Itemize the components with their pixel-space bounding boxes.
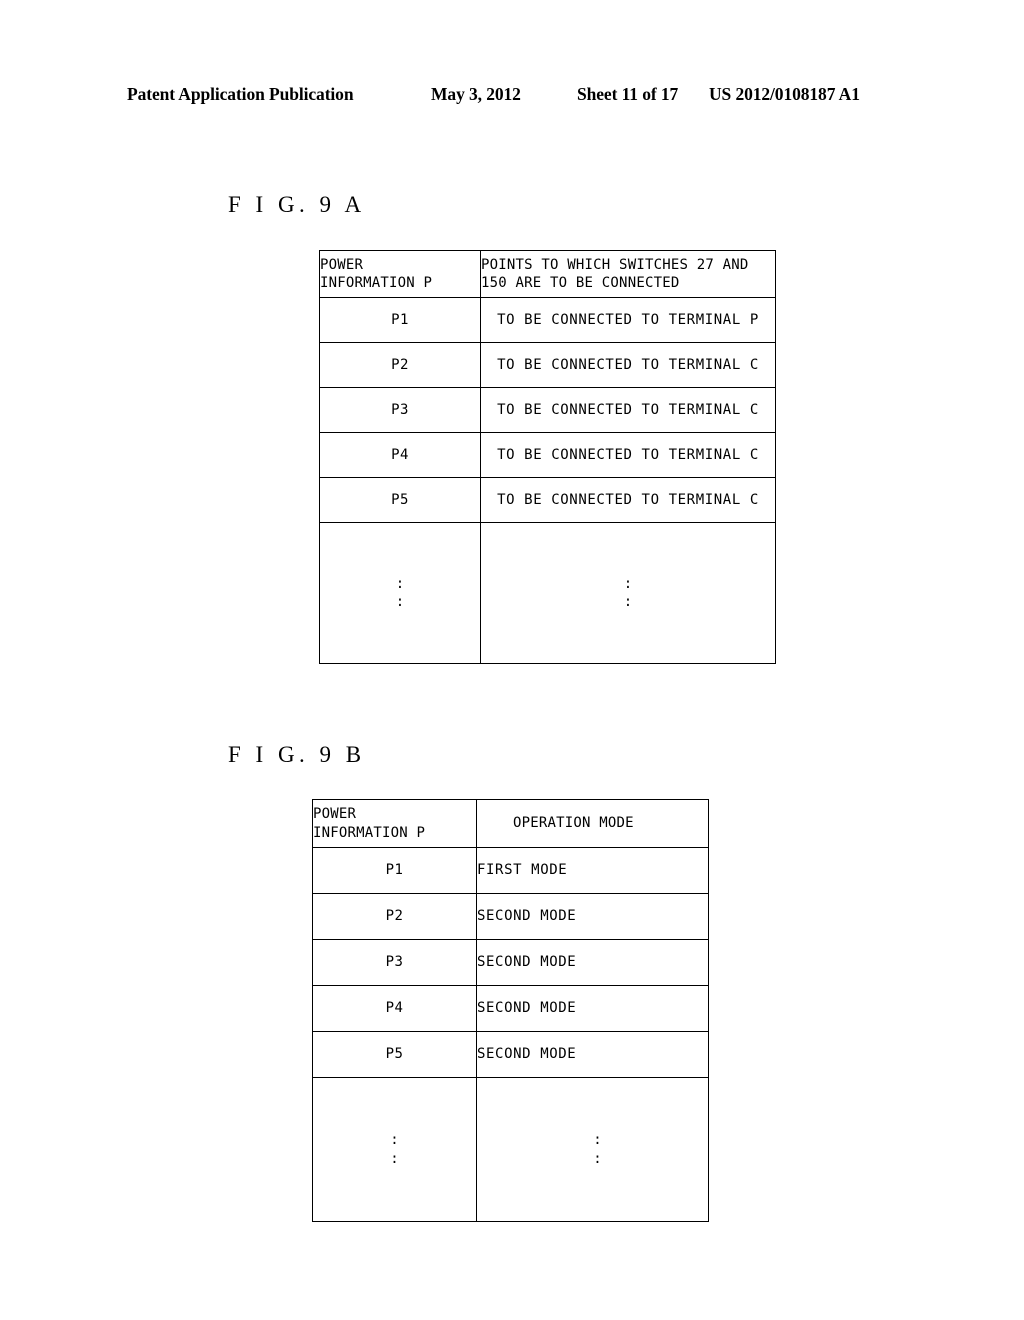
vertical-ellipsis-icon: : :	[480, 522, 776, 664]
vertical-ellipsis-icon: : :	[319, 522, 481, 664]
power-information-id: P1	[319, 297, 481, 343]
column-header-line: INFORMATION P	[313, 824, 426, 841]
vertical-ellipsis-icon: : :	[476, 1077, 709, 1222]
power-information-id: P3	[319, 387, 481, 433]
power-information-id: P1	[312, 847, 477, 894]
power-information-id: P2	[312, 893, 477, 940]
table-row: P2 SECOND MODE	[312, 893, 709, 940]
connection-point: TO BE CONNECTED TO TERMINAL C	[480, 387, 776, 433]
column-header-operation-mode: OPERATION MODE	[476, 799, 709, 848]
column-header-connection-points: POINTS TO WHICH SWITCHES 27 AND 150 ARE …	[480, 250, 776, 298]
operation-mode: FIRST MODE	[476, 847, 709, 894]
figure-9a-table: POWER INFORMATION P POINTS TO WHICH SWIT…	[319, 250, 776, 664]
table-continuation-row: : : : :	[312, 1077, 709, 1222]
table-header-row: POWER INFORMATION P POINTS TO WHICH SWIT…	[319, 250, 776, 298]
column-header-line: POWER	[320, 256, 364, 273]
table-row: P1 TO BE CONNECTED TO TERMINAL P	[319, 297, 776, 343]
column-header-line: 150 ARE TO BE CONNECTED	[481, 275, 680, 291]
power-information-id: P5	[312, 1031, 477, 1078]
column-header-line: POWER	[313, 806, 357, 823]
operation-mode: SECOND MODE	[476, 1031, 709, 1078]
power-information-id: P5	[319, 477, 481, 523]
publication-date: May 3, 2012	[431, 84, 521, 104]
column-header-power-information: POWER INFORMATION P	[312, 799, 477, 848]
publication-title: Patent Application Publication	[127, 84, 354, 104]
table-row: P4 TO BE CONNECTED TO TERMINAL C	[319, 432, 776, 478]
table-row: P3 TO BE CONNECTED TO TERMINAL C	[319, 387, 776, 433]
table-row: P5 SECOND MODE	[312, 1031, 709, 1078]
table-row: P3 SECOND MODE	[312, 939, 709, 986]
figure-label-9a: F I G. 9 A	[228, 192, 366, 217]
table-header-row: POWER INFORMATION P OPERATION MODE	[312, 799, 709, 848]
connection-point: TO BE CONNECTED TO TERMINAL C	[480, 477, 776, 523]
vertical-ellipsis-icon: : :	[312, 1077, 477, 1222]
operation-mode: SECOND MODE	[476, 985, 709, 1032]
table-row: P5 TO BE CONNECTED TO TERMINAL C	[319, 477, 776, 523]
page-header: Patent Application Publication May 3, 20…	[0, 84, 1024, 114]
figure-label-9b: F I G. 9 B	[228, 742, 366, 767]
document-number: US 2012/0108187 A1	[709, 84, 860, 104]
power-information-id: P4	[319, 432, 481, 478]
column-header-line: OPERATION MODE	[513, 815, 634, 832]
table-row: P1 FIRST MODE	[312, 847, 709, 894]
table-row: P2 TO BE CONNECTED TO TERMINAL C	[319, 342, 776, 388]
table-continuation-row: : : : :	[319, 522, 776, 664]
power-information-id: P4	[312, 985, 477, 1032]
connection-point: TO BE CONNECTED TO TERMINAL C	[480, 432, 776, 478]
operation-mode: SECOND MODE	[476, 893, 709, 940]
column-header-line: POINTS TO WHICH SWITCHES 27 AND	[481, 256, 749, 273]
column-header-power-information: POWER INFORMATION P	[319, 250, 481, 298]
operation-mode: SECOND MODE	[476, 939, 709, 986]
power-information-id: P2	[319, 342, 481, 388]
connection-point: TO BE CONNECTED TO TERMINAL P	[480, 297, 776, 343]
power-information-id: P3	[312, 939, 477, 986]
connection-point: TO BE CONNECTED TO TERMINAL C	[480, 342, 776, 388]
column-header-line: INFORMATION P	[320, 275, 433, 291]
table-row: P4 SECOND MODE	[312, 985, 709, 1032]
sheet-number: Sheet 11 of 17	[577, 84, 679, 104]
figure-9b-table: POWER INFORMATION P OPERATION MODE P1 FI…	[312, 799, 709, 1222]
